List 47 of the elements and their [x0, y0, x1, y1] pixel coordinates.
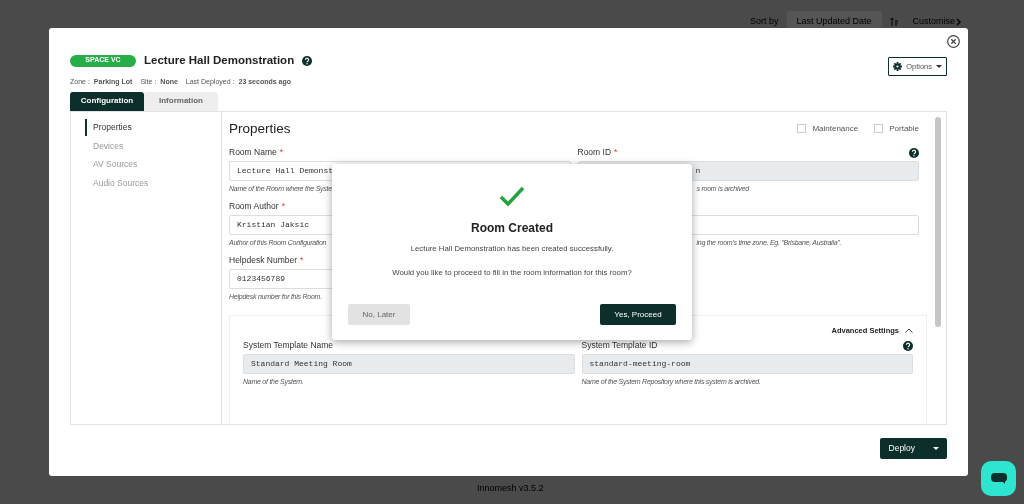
field-label: System Template Name	[243, 340, 334, 351]
input-field[interactable]: Standard Meeting Room	[243, 354, 575, 375]
section-heading: Properties	[229, 119, 291, 138]
version-text: Innomesh v3.5.2	[477, 482, 544, 495]
check-icon	[499, 186, 525, 207]
field-value: n	[695, 165, 701, 177]
proceed-button[interactable]: Yes, Proceed	[600, 304, 676, 326]
caret-icon	[933, 446, 939, 450]
input-field[interactable]: standard-meeting-room	[581, 354, 913, 375]
room-title: Lecture Hall Demonstration	[144, 53, 295, 68]
field-label: Room Name	[229, 147, 277, 158]
help-icon[interactable]	[909, 147, 919, 158]
chat-icon	[990, 473, 1007, 484]
field-label: Room Author	[229, 201, 279, 212]
help-icon[interactable]	[302, 55, 313, 66]
close-icon	[947, 35, 960, 48]
sidebar-item[interactable]: Properties	[85, 118, 221, 136]
sort-icon[interactable]	[889, 16, 899, 27]
field-label: Helpdesk Number	[229, 255, 298, 266]
required-mark: *	[281, 201, 285, 212]
field-label: Room ID	[577, 147, 612, 158]
checkbox-label: Maintenance	[812, 122, 859, 135]
scrollbar[interactable]	[935, 116, 941, 327]
later-button[interactable]: No, Later	[348, 304, 410, 326]
checkbox-label: Portable	[889, 122, 919, 135]
field-value: 0123456789	[237, 273, 285, 285]
field-value: Kristian Jaksic	[237, 219, 309, 231]
field-value: standard-meeting-room	[589, 358, 691, 371]
tab[interactable]: Information	[144, 91, 218, 111]
help-icon[interactable]	[903, 340, 913, 351]
field-value: Standard Meeting Room	[251, 358, 352, 371]
dialog-title: Room Created	[471, 220, 553, 237]
required-mark: *	[300, 255, 304, 266]
chevron-icon[interactable]	[956, 17, 962, 26]
checkbox[interactable]	[797, 124, 807, 134]
required-mark: *	[614, 147, 618, 158]
field-label: System Template ID	[581, 340, 658, 351]
close-button[interactable]	[947, 35, 960, 48]
caret-icon	[936, 65, 942, 68]
chat-button[interactable]	[981, 461, 1016, 496]
required-mark: *	[279, 147, 284, 158]
tab[interactable]: Configuration	[70, 91, 144, 111]
gear-icon	[893, 62, 903, 71]
sort-label: Sort by	[750, 15, 779, 28]
checkbox[interactable]	[874, 124, 884, 134]
field-value: Lecture Hall Demonst	[237, 165, 333, 177]
deploy-button[interactable]: Deploy	[879, 437, 947, 459]
